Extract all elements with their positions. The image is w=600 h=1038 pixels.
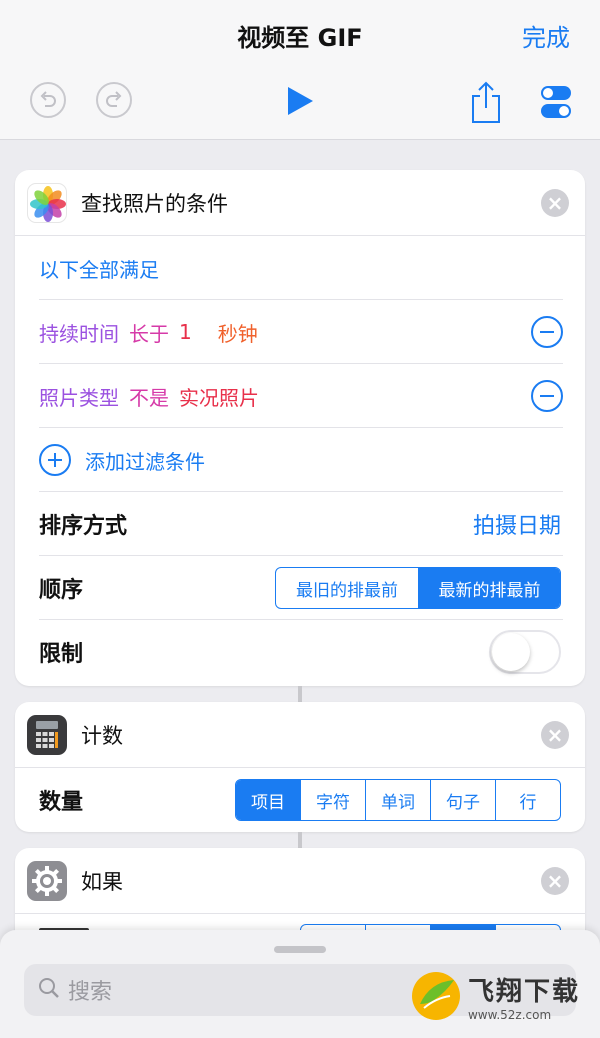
- filter-row: 持续时间 长于 1 秒钟: [15, 300, 585, 364]
- watermark-url: www.52z.com: [467, 1007, 552, 1022]
- close-icon[interactable]: ×: [541, 189, 569, 217]
- share-icon[interactable]: [470, 80, 502, 128]
- card-header: 计数 ×: [15, 702, 585, 768]
- filter-operator[interactable]: 长于: [129, 318, 169, 347]
- filter-operator[interactable]: 不是: [129, 382, 169, 411]
- nav-bar: 视频至 GIF 完成: [0, 0, 600, 140]
- add-filter-label[interactable]: 添加过滤条件: [85, 446, 205, 475]
- filter-field[interactable]: 照片类型: [39, 382, 119, 411]
- flow-connector: [298, 832, 302, 848]
- watermark: 飞翔下载 www.52z.com: [410, 970, 580, 1022]
- filter-value[interactable]: 1: [179, 320, 192, 344]
- undo-icon[interactable]: [30, 82, 66, 118]
- order-option-oldest[interactable]: 最旧的排最前: [276, 568, 418, 608]
- actions-bottom-sheet[interactable]: 搜索 飞翔下载 www.52z.com: [0, 930, 600, 1038]
- count-option[interactable]: 项目: [236, 780, 300, 820]
- match-mode[interactable]: 以下全部满足: [39, 254, 159, 283]
- filter-unit[interactable]: 秒钟: [218, 318, 258, 347]
- watermark-logo-icon: [411, 972, 460, 1020]
- filter-field[interactable]: 持续时间: [39, 318, 119, 347]
- filter-value[interactable]: 实况照片: [179, 382, 259, 411]
- count-option[interactable]: 字符: [300, 780, 365, 820]
- add-icon[interactable]: [39, 444, 71, 476]
- search-placeholder: 搜索: [68, 980, 113, 1005]
- settings-toggle-icon[interactable]: [540, 84, 572, 124]
- photos-app-icon: [27, 182, 67, 223]
- card-header: 如果 ×: [15, 848, 585, 914]
- count-option[interactable]: 单词: [365, 780, 430, 820]
- limit-row: 限制: [15, 620, 585, 684]
- card-header: 查找照片的条件 ×: [15, 170, 585, 236]
- watermark-name: 飞翔下载: [467, 976, 580, 1007]
- sort-row: 排序方式 拍摄日期: [15, 492, 585, 556]
- sheet-grabber[interactable]: [274, 946, 326, 953]
- count-option[interactable]: 行: [495, 780, 560, 820]
- sort-label: 排序方式: [39, 514, 128, 539]
- card-title: 查找照片的条件: [81, 191, 228, 216]
- order-option-newest[interactable]: 最新的排最前: [418, 568, 560, 608]
- flow-connector: [298, 686, 302, 702]
- remove-filter-icon[interactable]: [531, 380, 563, 412]
- limit-label: 限制: [39, 642, 84, 667]
- count-label: 数量: [39, 790, 84, 815]
- card-title: 计数: [81, 723, 123, 748]
- count-card: 计数 × 数量 项目 字符 单词 句子 行: [15, 702, 585, 832]
- close-icon[interactable]: ×: [541, 867, 569, 895]
- gear-icon: [27, 860, 67, 901]
- order-label: 顺序: [39, 578, 84, 603]
- page-title: 视频至 GIF: [237, 24, 363, 52]
- play-icon[interactable]: [286, 86, 314, 120]
- done-button[interactable]: 完成: [522, 18, 570, 53]
- order-segmented-control: 最旧的排最前 最新的排最前: [275, 567, 561, 609]
- close-icon[interactable]: ×: [541, 721, 569, 749]
- count-type-row: 数量 项目 字符 单词 句子 行: [15, 768, 585, 832]
- sort-value[interactable]: 拍摄日期: [473, 508, 561, 540]
- count-option[interactable]: 句子: [430, 780, 495, 820]
- match-row[interactable]: 以下全部满足: [15, 236, 585, 300]
- order-row: 顺序 最旧的排最前 最新的排最前: [15, 556, 585, 620]
- limit-toggle[interactable]: [489, 630, 561, 674]
- add-filter-row[interactable]: 添加过滤条件: [15, 428, 585, 492]
- redo-icon[interactable]: [96, 82, 132, 118]
- card-title: 如果: [81, 869, 123, 894]
- count-segmented-control: 项目 字符 单词 句子 行: [235, 779, 561, 821]
- filter-row: 照片类型 不是 实况照片: [15, 364, 585, 428]
- search-icon: [38, 977, 60, 1003]
- find-photos-card: 查找照片的条件 × 以下全部满足 持续时间 长于 1 秒钟 照片类型 不是 实况…: [15, 170, 585, 686]
- remove-filter-icon[interactable]: [531, 316, 563, 348]
- calculator-icon: [27, 714, 67, 755]
